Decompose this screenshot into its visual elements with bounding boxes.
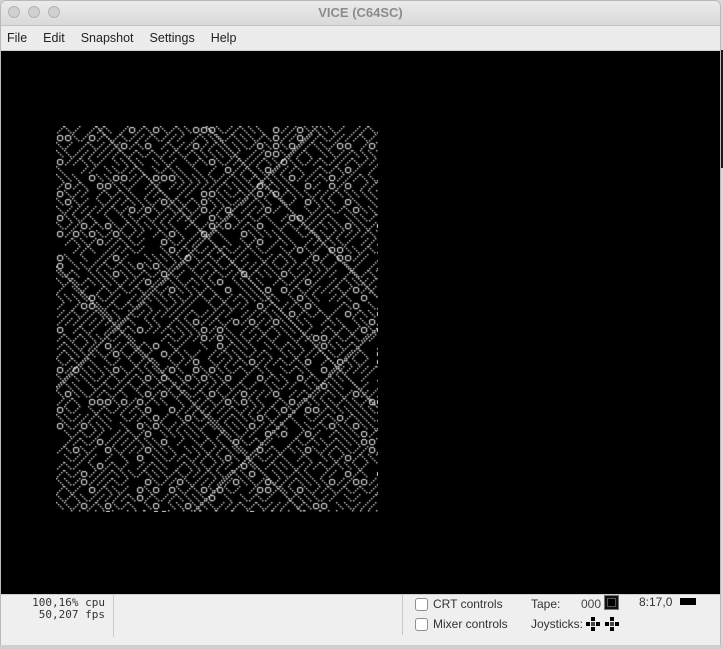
mixer-controls-toggle[interactable]: Mixer controls bbox=[415, 617, 508, 631]
petscii-maze-pattern bbox=[56, 126, 378, 512]
drive-led-indicator bbox=[680, 598, 696, 605]
joysticks-label: Joysticks: bbox=[531, 617, 584, 631]
menu-settings[interactable]: Settings bbox=[142, 31, 203, 45]
window-title: VICE (C64SC) bbox=[318, 5, 403, 20]
menu-bar: File Edit Snapshot Settings Help bbox=[1, 26, 720, 51]
status-bar: 100,16% cpu 50,207 fps CRT controls Mixe… bbox=[1, 594, 720, 646]
tape-control-button[interactable] bbox=[604, 595, 619, 610]
menu-edit[interactable]: Edit bbox=[35, 31, 73, 45]
joystick-2-icon[interactable] bbox=[605, 617, 620, 632]
background-window-bottom bbox=[0, 645, 723, 649]
performance-readout: 100,16% cpu 50,207 fps bbox=[9, 595, 114, 637]
emulator-screen[interactable] bbox=[1, 51, 720, 594]
mixer-controls-checkbox[interactable] bbox=[415, 617, 428, 631]
menu-help[interactable]: Help bbox=[203, 31, 245, 45]
tape-label: Tape: bbox=[531, 597, 561, 611]
drive-status[interactable]: 8:17,0 bbox=[639, 595, 672, 609]
tape-counter: 000 bbox=[581, 597, 602, 611]
menu-snapshot[interactable]: Snapshot bbox=[73, 31, 142, 45]
menu-file[interactable]: File bbox=[1, 31, 35, 45]
crt-controls-toggle[interactable]: CRT controls bbox=[415, 597, 503, 611]
status-divider bbox=[402, 595, 403, 635]
mixer-controls-label: Mixer controls bbox=[433, 617, 508, 631]
title-bar[interactable]: VICE (C64SC) bbox=[1, 1, 720, 26]
fps-readout: 50,207 fps bbox=[38, 608, 105, 621]
joystick-1-icon[interactable] bbox=[586, 617, 601, 632]
crt-controls-label: CRT controls bbox=[433, 597, 503, 611]
vice-window: VICE (C64SC) File Edit Snapshot Settings… bbox=[0, 0, 721, 647]
crt-controls-checkbox[interactable] bbox=[415, 597, 428, 611]
